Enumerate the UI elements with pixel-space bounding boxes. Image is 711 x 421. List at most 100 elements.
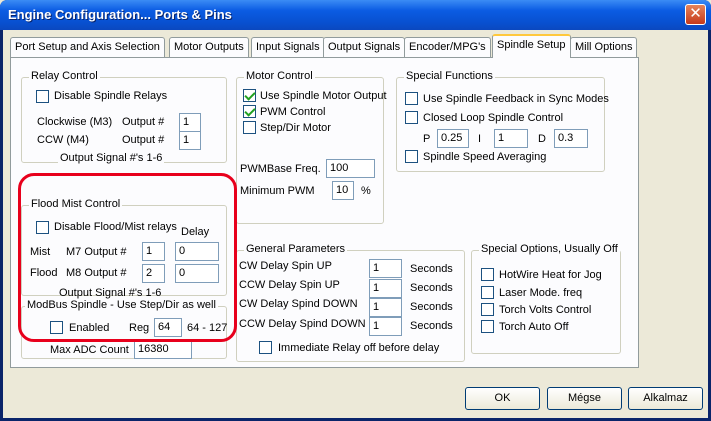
hotwire-label: HotWire Heat for Jog [499, 269, 602, 281]
flood-mist-group: Flood Mist Control Disable Flood/Mist re… [21, 198, 227, 299]
delay-header: Delay [181, 226, 210, 238]
relay-control-title: Relay Control [29, 70, 100, 82]
pwm-control-label: PWM Control [260, 106, 326, 118]
laser-mode-checkbox[interactable] [481, 286, 494, 299]
cw-output-label: Output # [122, 116, 165, 128]
pwm-base-freq-input[interactable]: 100 [326, 159, 375, 178]
torch-auto-off-label: Torch Auto Off [499, 321, 569, 333]
immediate-relay-checkbox[interactable] [259, 341, 272, 354]
special-options-group: Special Options, Usually Off HotWire Hea… [471, 243, 621, 354]
torch-auto-off-checkbox[interactable] [481, 320, 494, 333]
cw-delay-up-unit: Seconds [410, 263, 453, 275]
apply-button[interactable]: Alkalmaz [628, 387, 703, 410]
tab-input-signals[interactable]: Input Signals [251, 37, 325, 57]
modbus-enabled-checkbox[interactable] [50, 321, 63, 334]
flood-mist-title: Flood Mist Control [29, 198, 123, 210]
special-functions-title: Special Functions [404, 70, 495, 82]
pwm-control-checkbox[interactable] [243, 105, 256, 118]
cw-delay-down-input[interactable]: 1 [369, 298, 402, 317]
special-options-title: Special Options, Usually Off [479, 243, 620, 255]
close-button[interactable]: ✕ [685, 4, 706, 25]
d-gain-input[interactable]: 0.3 [554, 129, 588, 148]
immediate-relay-label: Immediate Relay off before delay [278, 342, 440, 354]
ok-button[interactable]: OK [465, 387, 540, 410]
mist-delay-input[interactable]: 0 [175, 242, 219, 261]
tab-encoder-mpg[interactable]: Encoder/MPG's [404, 37, 491, 57]
mist-label: Mist [30, 246, 51, 258]
clockwise-label: Clockwise (M3) [37, 116, 113, 128]
p-gain-input[interactable]: 0.25 [437, 129, 469, 148]
m8-output-input[interactable]: 2 [142, 264, 165, 283]
speed-averaging-checkbox[interactable] [405, 150, 418, 163]
disable-spindle-relays-checkbox[interactable] [36, 90, 49, 103]
ccw-delay-down-input[interactable]: 1 [369, 317, 402, 336]
ccw-delay-down-label: CCW Delay Spind DOWN [239, 318, 366, 330]
modbus-reg-label: Reg [129, 322, 150, 334]
modbus-spindle-title: ModBus Spindle - Use Step/Dir as well [25, 299, 218, 311]
special-functions-group: Special Functions Use Spindle Feedback i… [396, 70, 609, 172]
motor-control-group: Motor Control Use Spindle Motor Output P… [236, 70, 387, 224]
step-dir-motor-label: Step/Dir Motor [260, 122, 331, 134]
relay-control-group: Relay Control Disable Spindle Relays Clo… [21, 70, 227, 164]
percent-label: % [361, 185, 371, 197]
window-title: Engine Configuration... Ports & Pins [8, 7, 232, 22]
tab-motor-outputs[interactable]: Motor Outputs [169, 37, 249, 57]
ccw-delay-up-unit: Seconds [410, 282, 453, 294]
tab-spindle-setup[interactable]: Spindle Setup [492, 34, 571, 58]
flood-output-signal-note: Output Signal #'s 1-6 [59, 287, 162, 299]
engine-config-window: Engine Configuration... Ports & Pins ✕ P… [0, 0, 711, 421]
tab-mill-options[interactable]: Mill Options [570, 37, 638, 57]
ccw-delay-up-input[interactable]: 1 [369, 279, 402, 298]
tab-port-setup[interactable]: Port Setup and Axis Selection [10, 37, 165, 57]
closed-loop-label: Closed Loop Spindle Control [423, 112, 564, 124]
modbus-enabled-label: Enabled [69, 322, 110, 334]
general-parameters-title: General Parameters [244, 243, 348, 255]
cw-output-input[interactable]: 1 [179, 113, 201, 132]
modbus-reg-range: 64 - 127 [187, 322, 228, 334]
cancel-button[interactable]: Mégse [547, 387, 622, 410]
ccw-delay-up-label: CCW Delay Spin UP [239, 279, 340, 291]
modbus-reg-input[interactable]: 64 [154, 318, 182, 337]
ccw-label: CCW (M4) [37, 134, 89, 146]
d-label: D [538, 133, 546, 145]
disable-flood-mist-label: Disable Flood/Mist relays [54, 221, 177, 233]
max-adc-input[interactable]: 16380 [134, 340, 192, 359]
torch-volts-label: Torch Volts Control [499, 304, 592, 316]
spindle-feedback-label: Use Spindle Feedback in Sync Modes [423, 93, 609, 105]
torch-volts-checkbox[interactable] [481, 303, 494, 316]
m7-output-label: M7 Output # [66, 246, 127, 258]
tab-output-signals[interactable]: Output Signals [323, 37, 406, 57]
m7-output-input[interactable]: 1 [142, 242, 165, 261]
spindle-setup-panel: Relay Control Disable Spindle Relays Clo… [10, 57, 639, 368]
title-bar[interactable]: Engine Configuration... Ports & Pins ✕ [0, 0, 711, 30]
relay-output-signal-note: Output Signal #'s 1-6 [58, 152, 165, 164]
step-dir-motor-checkbox[interactable] [243, 121, 256, 134]
laser-mode-label: Laser Mode. freq [499, 287, 583, 299]
dialog-client: Port Setup and Axis Selection Motor Outp… [3, 30, 708, 418]
ccw-delay-down-unit: Seconds [410, 320, 453, 332]
pwm-base-freq-label: PWMBase Freq. [240, 163, 321, 175]
minimum-pwm-label: Minimum PWM [240, 185, 315, 197]
p-label: P [423, 133, 431, 145]
i-label: I [478, 133, 482, 145]
closed-loop-checkbox[interactable] [405, 111, 418, 124]
i-gain-input[interactable]: 1 [494, 129, 528, 148]
cw-delay-up-label: CW Delay Spin UP [239, 260, 332, 272]
minimum-pwm-input[interactable]: 10 [332, 181, 354, 200]
use-spindle-motor-label: Use Spindle Motor Output [260, 90, 387, 102]
modbus-spindle-group: ModBus Spindle - Use Step/Dir as well En… [21, 299, 228, 359]
flood-delay-input[interactable]: 0 [175, 264, 219, 283]
spindle-feedback-checkbox[interactable] [405, 92, 418, 105]
use-spindle-motor-checkbox[interactable] [243, 89, 256, 102]
ccw-output-input[interactable]: 1 [179, 131, 201, 150]
max-adc-label: Max ADC Count [50, 344, 129, 356]
disable-spindle-relays-label: Disable Spindle Relays [54, 90, 168, 102]
ccw-output-label: Output # [122, 134, 165, 146]
hotwire-checkbox[interactable] [481, 268, 494, 281]
cw-delay-down-unit: Seconds [410, 301, 453, 313]
cw-delay-up-input[interactable]: 1 [369, 259, 402, 278]
motor-control-title: Motor Control [244, 70, 315, 82]
flood-label: Flood [30, 267, 58, 279]
m8-output-label: M8 Output # [66, 267, 127, 279]
disable-flood-mist-checkbox[interactable] [36, 221, 49, 234]
